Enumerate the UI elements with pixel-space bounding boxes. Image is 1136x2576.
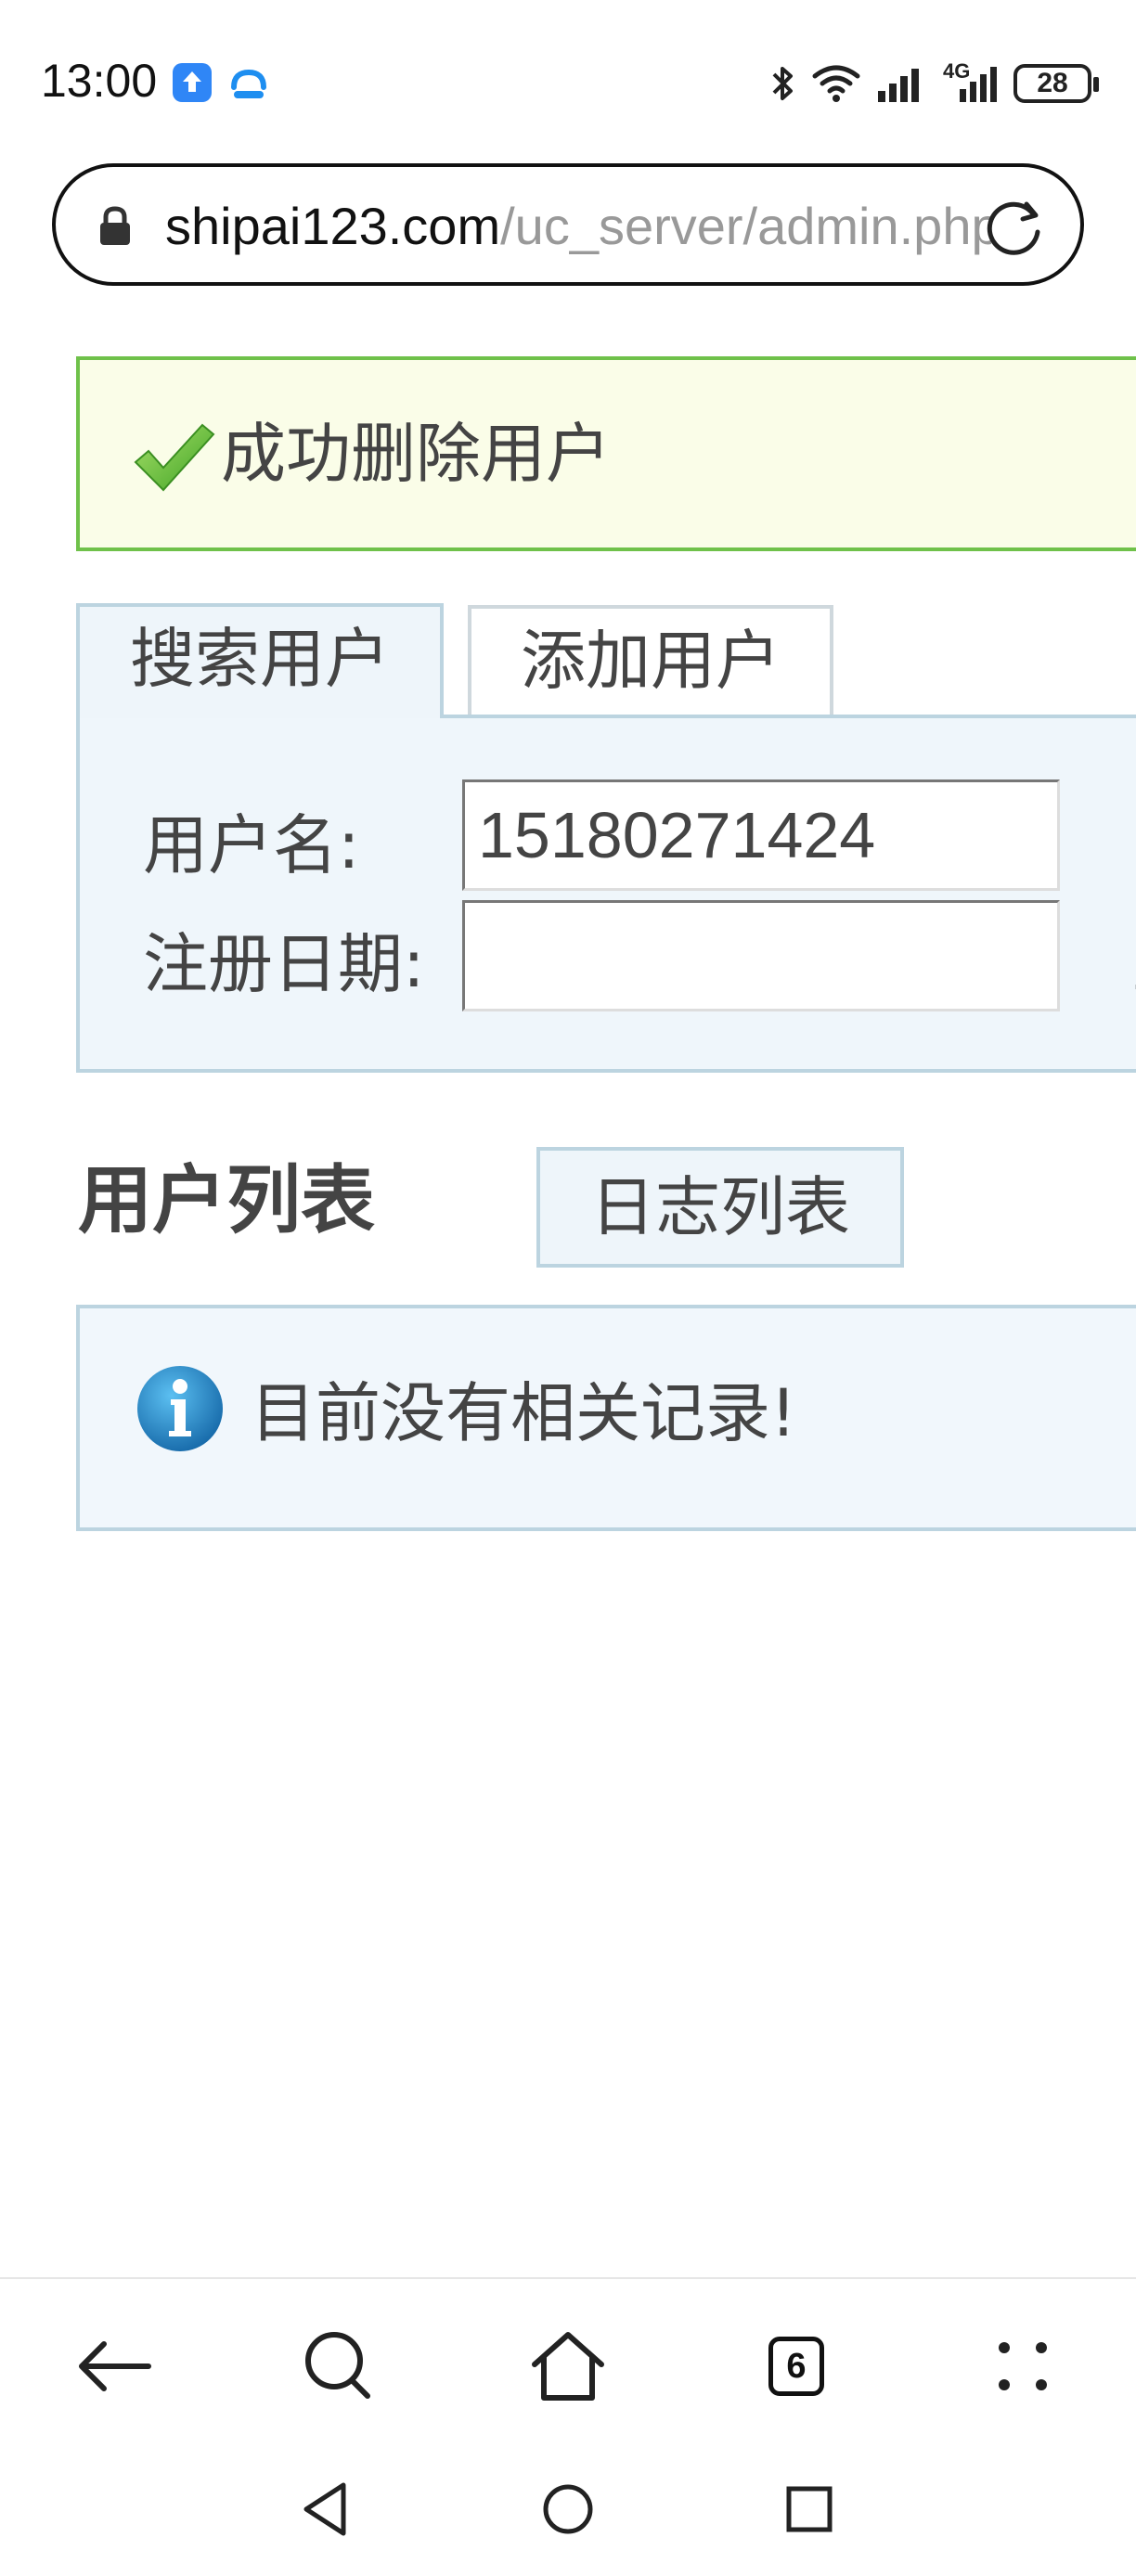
bluetooth-icon xyxy=(772,67,793,100)
url-host: shipai123.com xyxy=(165,197,501,255)
tab-search-user[interactable]: 搜索用户 xyxy=(76,603,444,718)
back-arrow-icon[interactable] xyxy=(67,2320,160,2413)
battery-indicator: 28 xyxy=(1013,64,1099,103)
username-input[interactable] xyxy=(462,779,1060,891)
truncated-text: 至 xyxy=(1132,922,1136,1006)
lock-icon xyxy=(100,206,130,245)
menu-dots-icon[interactable] xyxy=(976,2320,1069,2413)
regdate-input[interactable] xyxy=(462,900,1060,1011)
status-time: 13:00 xyxy=(41,55,158,107)
reload-icon[interactable] xyxy=(984,195,1047,258)
wifi-icon xyxy=(812,65,860,102)
nav-home-icon[interactable] xyxy=(531,2472,605,2546)
username-label: 用户名: xyxy=(143,807,360,883)
status-icons: 4G 28 xyxy=(768,59,1099,108)
home-icon[interactable] xyxy=(522,2320,614,2413)
nav-back-icon[interactable] xyxy=(290,2472,364,2546)
cloud-app-icon xyxy=(226,61,271,106)
signal-icon xyxy=(878,69,919,102)
signal-4g-icon: 4G xyxy=(943,59,999,104)
tab-add-user[interactable]: 添加用户 xyxy=(468,605,833,716)
regdate-label: 注册日期: xyxy=(143,926,425,1002)
empty-records-notice: 目前没有相关记录! xyxy=(76,1305,1136,1531)
url-text[interactable]: shipai123.com/uc_server/admin.php xyxy=(165,197,991,256)
url-path: /uc_server/admin.php xyxy=(500,197,991,255)
nav-recent-icon[interactable] xyxy=(772,2472,846,2546)
system-navigation-bar xyxy=(0,2454,1136,2576)
upload-app-icon xyxy=(173,63,212,102)
tabs-button[interactable]: 6 xyxy=(750,2320,843,2413)
log-list-button[interactable]: 日志列表 xyxy=(536,1147,904,1268)
search-icon[interactable] xyxy=(293,2320,386,2413)
search-panel: 用户名: 注册日期: 至 xyxy=(76,715,1136,1073)
tabs-count: 6 xyxy=(768,2337,824,2396)
browser-toolbar: 6 xyxy=(0,2277,1136,2454)
address-bar[interactable]: shipai123.com/uc_server/admin.php xyxy=(52,163,1084,286)
user-list-title: 用户列表 xyxy=(78,1157,375,1243)
status-bar: 13:00 4G 28 xyxy=(0,0,1136,158)
info-icon xyxy=(137,1366,223,1451)
success-text: 成功删除用户 xyxy=(221,416,611,492)
check-icon xyxy=(134,423,215,492)
success-message: 成功删除用户 xyxy=(76,356,1136,551)
empty-records-text: 目前没有相关记录! xyxy=(251,1375,797,1451)
